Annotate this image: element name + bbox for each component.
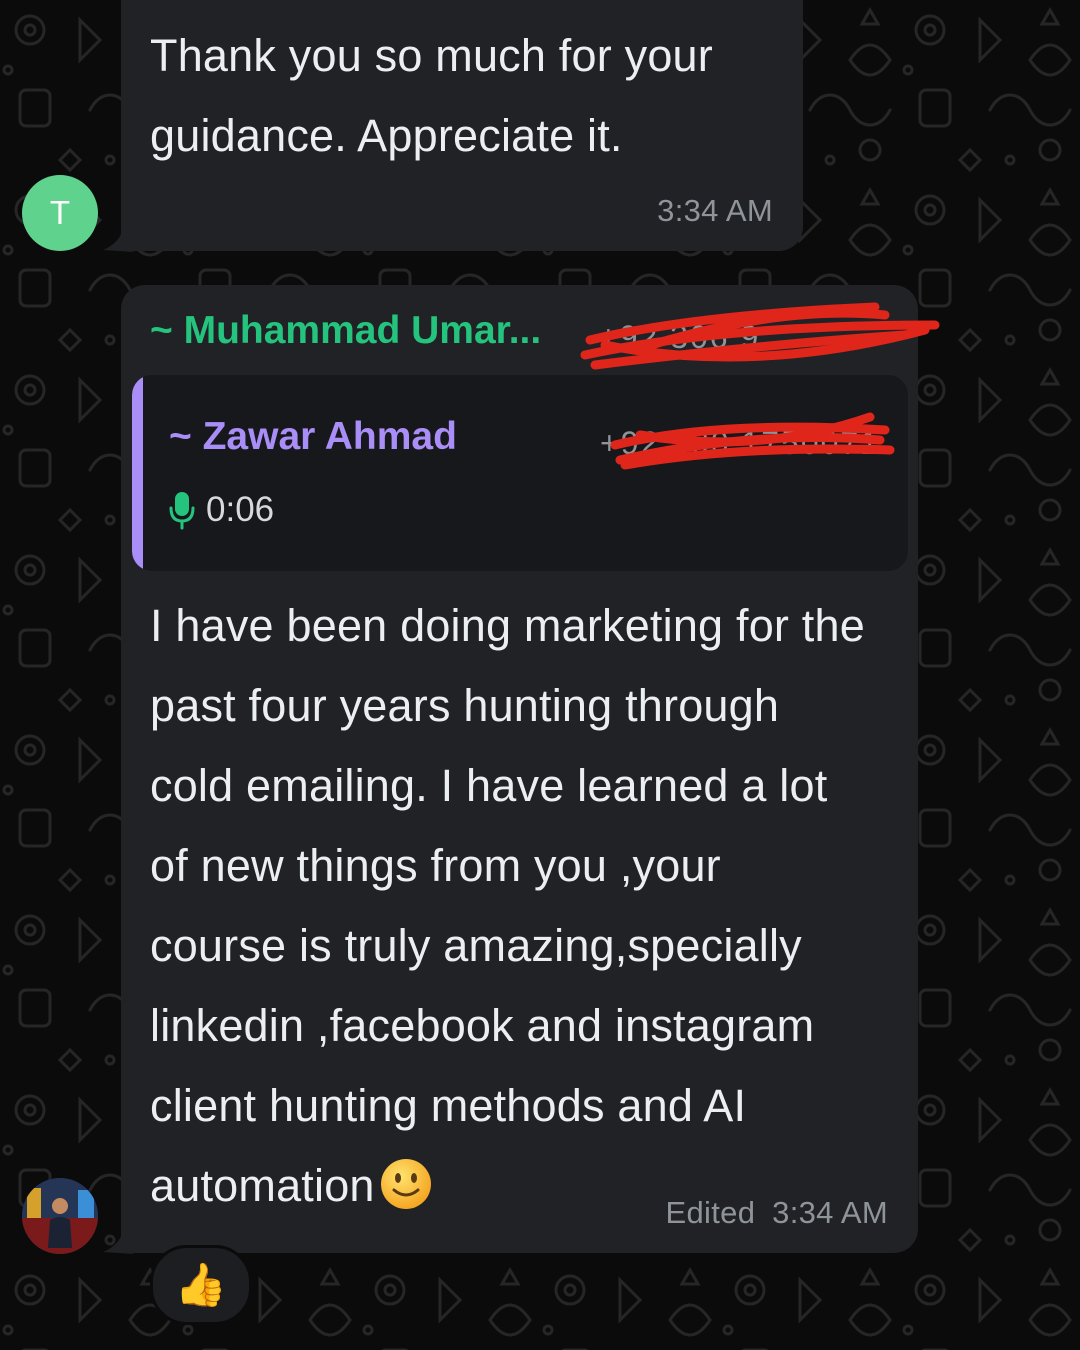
message-time: 3:34 AM (772, 1195, 888, 1230)
message-time: 3:34 AM (657, 193, 773, 228)
thumbs-up-emoji: 👍 (174, 1260, 228, 1308)
smiley-emoji (380, 1159, 431, 1210)
quoted-sender-name: ~ Zawar Ahmad (169, 415, 457, 458)
message-bubble[interactable]: Thank you so much for your guidance. App… (121, 0, 803, 251)
message-text: I have been doing marketing for the past… (150, 586, 910, 1226)
redaction-scribble (580, 302, 940, 370)
message-text: Thank you so much for your guidance. App… (150, 30, 713, 161)
redaction-scribble (610, 412, 895, 470)
message-meta: Edited 3:34 AM (666, 1195, 888, 1231)
sender-name[interactable]: ~ Muhammad Umar... (150, 309, 541, 353)
avatar[interactable]: T (22, 175, 98, 251)
avatar[interactable] (22, 1178, 98, 1254)
avatar-photo-image (22, 1178, 98, 1254)
message-text-content: I have been doing marketing for the past… (150, 600, 865, 1211)
quote-bar (132, 375, 143, 571)
mic-icon (169, 492, 195, 530)
voice-duration: 0:06 (206, 490, 275, 529)
avatar-letter: T (49, 194, 71, 231)
edited-label: Edited (665, 1195, 756, 1230)
reaction-badge[interactable]: 👍 (150, 1245, 252, 1325)
